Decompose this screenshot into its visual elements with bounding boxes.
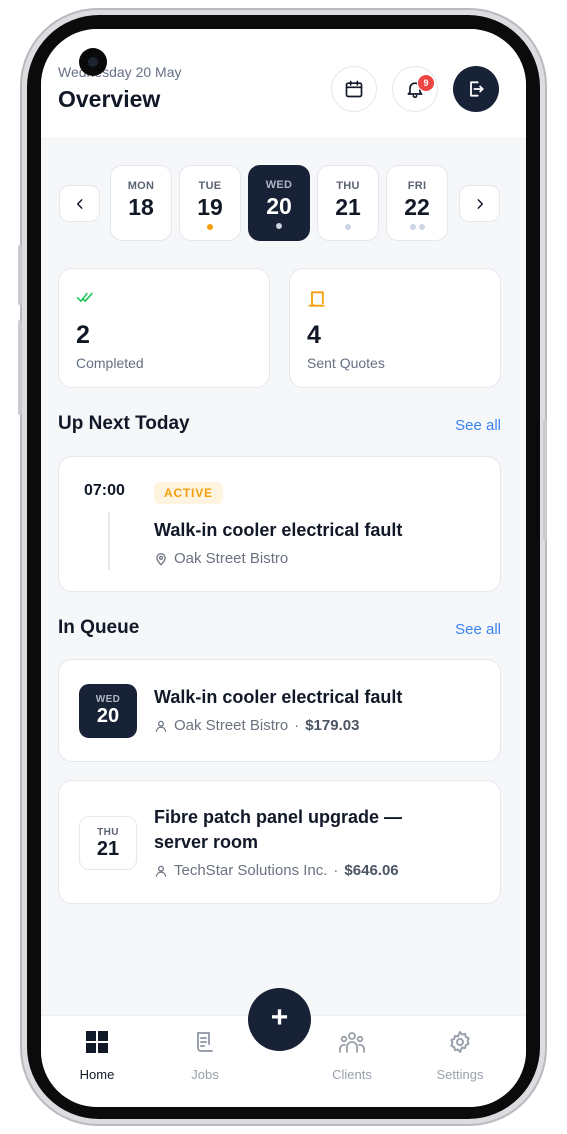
user-icon xyxy=(155,865,167,877)
logout-button[interactable] xyxy=(453,66,499,112)
stat-sent-quotes[interactable]: 4 Sent Quotes xyxy=(289,268,501,388)
job-title-line1: Fibre patch panel upgrade — xyxy=(154,807,403,827)
in-queue-title: In Queue xyxy=(58,617,140,638)
tab-settings[interactable]: Settings xyxy=(420,1030,500,1082)
stat-label: Completed xyxy=(76,355,144,371)
gear-icon xyxy=(450,1031,470,1053)
up-next-see-all-link[interactable]: See all xyxy=(455,417,501,434)
front-camera xyxy=(79,48,107,76)
day-tue[interactable]: TUE 19 xyxy=(179,165,241,241)
add-job-button[interactable]: + xyxy=(248,988,311,1051)
job-dots xyxy=(180,224,240,230)
job-dots xyxy=(387,224,447,230)
chevron-left-icon xyxy=(76,198,82,209)
queue-day: WED xyxy=(95,694,121,705)
job-dots xyxy=(248,223,310,229)
tab-label: Jobs xyxy=(191,1067,219,1082)
double-check-icon xyxy=(76,292,93,302)
logout-icon xyxy=(470,81,484,97)
next-week-button[interactable] xyxy=(459,185,500,222)
day-name: TUE xyxy=(198,180,222,192)
status-badge: ACTIVE xyxy=(154,482,223,504)
clients-group-icon xyxy=(339,1032,365,1053)
queue-job-card[interactable]: WED 20 Walk-in cooler electrical fault O… xyxy=(58,659,501,762)
client-name: TechStar Solutions Inc. xyxy=(174,862,328,879)
day-fri[interactable]: FRI 22 xyxy=(386,165,448,241)
tab-clients[interactable]: Clients xyxy=(312,1030,392,1082)
prev-week-button[interactable] xyxy=(59,185,100,222)
volume-up-button xyxy=(18,245,22,305)
job-price: $179.03 xyxy=(305,717,360,734)
tab-home[interactable]: Home xyxy=(57,1030,137,1082)
day-name: FRI xyxy=(407,180,427,192)
separator: · xyxy=(294,717,300,734)
timeline-line xyxy=(108,512,110,570)
notifications-button[interactable]: 9 xyxy=(392,66,438,112)
job-time: 07:00 xyxy=(84,482,125,499)
day-name: WED xyxy=(265,179,293,191)
app-header: Wednesday 20 May Overview 9 xyxy=(41,29,526,137)
tab-jobs[interactable]: Jobs xyxy=(165,1030,245,1082)
job-dot xyxy=(207,224,213,230)
queue-day: THU xyxy=(97,827,119,838)
day-date: 20 xyxy=(266,193,292,219)
day-mon[interactable]: MON 18 xyxy=(110,165,172,241)
day-date: 18 xyxy=(128,194,154,220)
day-date: 21 xyxy=(335,194,361,220)
separator: · xyxy=(333,862,339,879)
job-dot xyxy=(276,223,282,229)
tab-label: Settings xyxy=(436,1067,484,1082)
job-dot xyxy=(418,224,425,230)
day-name: THU xyxy=(336,180,360,192)
stat-value: 4 xyxy=(307,321,321,349)
day-date: 19 xyxy=(197,194,223,220)
stat-completed[interactable]: 2 Completed xyxy=(58,268,270,388)
home-grid-icon xyxy=(86,1031,108,1053)
location-pin-icon xyxy=(156,552,166,565)
day-date: 22 xyxy=(404,194,430,220)
in-queue-see-all-link[interactable]: See all xyxy=(455,621,501,638)
tab-label: Home xyxy=(79,1067,115,1082)
day-thu[interactable]: THU 21 xyxy=(317,165,379,241)
power-button xyxy=(543,420,547,540)
client-name: Oak Street Bistro xyxy=(174,717,289,734)
queue-date: 20 xyxy=(96,705,120,727)
calendar-icon xyxy=(345,80,363,98)
job-title-line2: server room xyxy=(154,832,259,852)
job-meta: Oak Street Bistro · $179.03 xyxy=(154,717,359,734)
job-title: Walk-in cooler electrical fault xyxy=(154,520,403,540)
job-dots xyxy=(318,224,378,230)
user-icon xyxy=(155,720,167,732)
quote-scroll-icon xyxy=(308,291,325,307)
queue-job-card[interactable]: THU 21 Fibre patch panel upgrade — serve… xyxy=(58,780,501,904)
job-title: Walk-in cooler electrical fault xyxy=(154,687,403,707)
current-date: Wednesday 20 May xyxy=(58,64,182,80)
queue-date-box: THU 21 xyxy=(79,816,137,870)
volume-down-button xyxy=(18,320,22,415)
stat-value: 2 xyxy=(76,321,90,349)
job-dot xyxy=(409,224,416,230)
stat-label: Sent Quotes xyxy=(307,355,385,371)
job-location: Oak Street Bistro xyxy=(154,550,288,567)
jobs-document-icon xyxy=(197,1032,213,1052)
plus-icon: + xyxy=(270,1001,289,1034)
up-next-title: Up Next Today xyxy=(58,413,190,434)
up-next-job-card[interactable]: 07:00 ACTIVE Walk-in cooler electrical f… xyxy=(58,456,501,592)
job-price: $646.06 xyxy=(344,862,399,879)
queue-date: 21 xyxy=(96,838,120,860)
notification-badge: 9 xyxy=(417,74,435,92)
queue-date-box: WED 20 xyxy=(79,684,137,738)
tab-label: Clients xyxy=(332,1067,372,1082)
app-screen: Wednesday 20 May Overview 9 MON 18 TUE 1… xyxy=(41,29,526,1107)
day-wed[interactable]: WED 20 xyxy=(248,165,310,241)
calendar-button[interactable] xyxy=(331,66,377,112)
location-text: Oak Street Bistro xyxy=(174,550,289,567)
job-dot xyxy=(345,224,351,230)
page-title: Overview xyxy=(58,86,161,112)
job-meta: TechStar Solutions Inc. · $646.06 xyxy=(154,862,399,879)
day-name: MON xyxy=(127,180,155,192)
job-title: Fibre patch panel upgrade — server room xyxy=(154,805,402,855)
chevron-right-icon xyxy=(477,198,483,209)
